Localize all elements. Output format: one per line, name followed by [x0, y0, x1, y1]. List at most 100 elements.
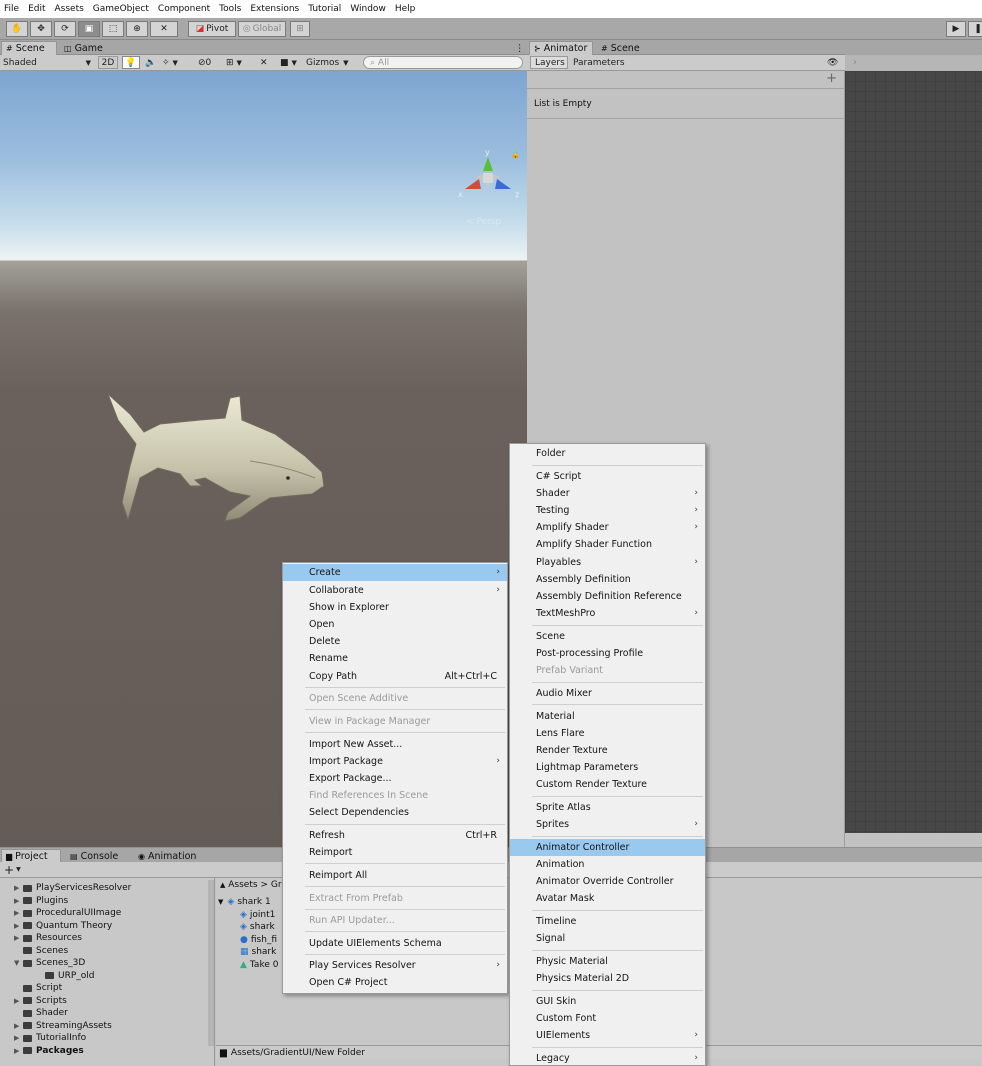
file-item[interactable]: ● fish_fi: [240, 934, 277, 947]
menu-item-gui-skin[interactable]: GUI Skin: [510, 993, 705, 1010]
expand-down-icon[interactable]: ▼: [14, 959, 23, 967]
tab-parameters[interactable]: Parameters: [570, 56, 626, 69]
breadcrumb-assets[interactable]: Assets: [228, 880, 257, 890]
file-item[interactable]: ▼ ◈ shark 1: [218, 896, 271, 909]
tab-scene[interactable]: # Scene: [1, 41, 57, 55]
expand-right-icon[interactable]: ▶: [14, 997, 23, 1005]
scale-tool-icon[interactable]: ▣: [78, 21, 100, 37]
tree-item[interactable]: ▶ Plugins: [14, 895, 68, 908]
expand-right-icon[interactable]: ▶: [14, 897, 23, 905]
snap-icon[interactable]: ⊞: [290, 21, 310, 37]
expand-right-icon[interactable]: ▶: [14, 884, 23, 892]
tab-game[interactable]: ◫ Game: [60, 41, 112, 55]
menu-help[interactable]: Help: [395, 4, 416, 14]
file-item[interactable]: ▦ shark: [240, 946, 276, 959]
tree-item[interactable]: ▶ ProceduralUIImage: [14, 907, 121, 920]
tree-item[interactable]: ▶ Packages: [14, 1045, 84, 1058]
menu-item-avatar-mask[interactable]: Avatar Mask: [510, 890, 705, 907]
rotate-tool-icon[interactable]: ⟳: [54, 21, 76, 37]
menu-item-delete[interactable]: Delete: [283, 633, 507, 650]
menu-item-animator-controller[interactable]: Animator Controller: [510, 838, 705, 856]
tree-item[interactable]: ▶ StreamingAssets: [14, 1020, 112, 1033]
camera-dropdown-icon[interactable]: ■ ▼: [280, 56, 304, 69]
gizmos-dropdown[interactable]: Gizmos ▼: [306, 56, 356, 69]
menu-item-signal[interactable]: Signal: [510, 930, 705, 947]
menu-assets[interactable]: Assets: [55, 4, 84, 14]
menu-window[interactable]: Window: [350, 4, 386, 14]
menu-item-copy-path[interactable]: Copy Path Alt+Ctrl+C: [283, 668, 507, 685]
tree-item[interactable]: Scenes: [14, 945, 68, 958]
tree-item[interactable]: ▶ Resources: [14, 932, 82, 945]
orientation-gizmo[interactable]: y x z 🔒: [455, 148, 525, 209]
menu-item-amplify-shader[interactable]: Amplify Shader ›: [510, 519, 705, 536]
menu-item-uielements[interactable]: UIElements ›: [510, 1027, 705, 1044]
tree-item[interactable]: ▶ Quantum Theory: [14, 920, 112, 933]
menu-item-rename[interactable]: Rename: [283, 650, 507, 667]
transform-tool-icon[interactable]: ⊕: [126, 21, 148, 37]
menu-item-scene[interactable]: Scene: [510, 628, 705, 645]
menu-edit[interactable]: Edit: [28, 4, 45, 14]
2d-toggle-button[interactable]: 2D: [98, 56, 118, 69]
tab-animation[interactable]: ◉ Animation: [134, 849, 204, 863]
menu-item-post-processing-profile[interactable]: Post-processing Profile: [510, 645, 705, 662]
menu-item-lightmap-parameters[interactable]: Lightmap Parameters: [510, 759, 705, 776]
expand-right-icon[interactable]: ▶: [14, 1034, 23, 1042]
menu-item-custom-render-texture[interactable]: Custom Render Texture: [510, 776, 705, 793]
menu-item-physic-material[interactable]: Physic Material: [510, 953, 705, 970]
menu-item-c-script[interactable]: C# Script: [510, 468, 705, 485]
play-button[interactable]: ▶: [946, 21, 966, 37]
menu-item-select-dependencies[interactable]: Select Dependencies: [283, 804, 507, 821]
menu-item-amplify-shader-function[interactable]: Amplify Shader Function: [510, 536, 705, 553]
tab-console[interactable]: ▤ Console: [66, 849, 126, 863]
menu-item-reimport-all[interactable]: Reimport All: [283, 867, 507, 884]
menu-item-open[interactable]: Open: [283, 616, 507, 633]
effects-dropdown-icon[interactable]: ✧ ▼: [162, 56, 188, 69]
file-item[interactable]: ◈ shark: [240, 921, 275, 934]
menu-item-assembly-definition[interactable]: Assembly Definition: [510, 571, 705, 588]
menu-item-physics-material-2d[interactable]: Physics Material 2D: [510, 970, 705, 987]
tree-item[interactable]: Shader: [14, 1007, 68, 1020]
menu-item-shader[interactable]: Shader ›: [510, 485, 705, 502]
tab-layers[interactable]: Layers: [530, 56, 568, 69]
expand-right-icon[interactable]: ▶: [14, 922, 23, 930]
menu-item-create[interactable]: Create ›: [283, 563, 507, 581]
audio-toggle-icon[interactable]: 🔈: [144, 56, 158, 69]
menu-item-folder[interactable]: Folder: [510, 445, 705, 462]
eye-icon[interactable]: 👁: [827, 56, 841, 69]
menu-item-render-texture[interactable]: Render Texture: [510, 742, 705, 759]
menu-item-import-new-asset[interactable]: Import New Asset...: [283, 736, 507, 753]
scene-search-input[interactable]: ⌕ All: [363, 56, 523, 69]
projection-label[interactable]: < Persp: [466, 217, 501, 227]
tools-icon[interactable]: ✕: [260, 56, 274, 69]
tree-item[interactable]: Script: [14, 982, 62, 995]
menu-file[interactable]: File: [4, 4, 19, 14]
menu-item-timeline[interactable]: Timeline: [510, 913, 705, 930]
menu-item-lens-flare[interactable]: Lens Flare: [510, 725, 705, 742]
rect-tool-icon[interactable]: ⬚: [102, 21, 124, 37]
pause-button[interactable]: ❚: [968, 21, 982, 37]
custom-tool-icon[interactable]: ✕: [150, 21, 178, 37]
menu-item-animator-override-controller[interactable]: Animator Override Controller: [510, 873, 705, 890]
menu-item-assembly-definition-reference[interactable]: Assembly Definition Reference: [510, 588, 705, 605]
menu-tools[interactable]: Tools: [219, 4, 241, 14]
expand-right-icon[interactable]: ▶: [14, 909, 23, 917]
tree-item[interactable]: ▶ PlayServicesResolver: [14, 882, 131, 895]
hidden-objects-icon[interactable]: ⊘ 0: [198, 56, 224, 69]
tree-item[interactable]: URP_old: [36, 970, 95, 983]
menu-item-animation[interactable]: Animation: [510, 856, 705, 873]
expand-right-icon[interactable]: ▶: [14, 1047, 23, 1055]
add-layer-icon[interactable]: +: [826, 71, 837, 86]
menu-tutorial[interactable]: Tutorial: [308, 4, 341, 14]
add-asset-button[interactable]: + ▼: [4, 863, 28, 877]
menu-item-playables[interactable]: Playables ›: [510, 554, 705, 571]
file-item[interactable]: ▲ Take 0: [240, 959, 278, 972]
expand-down-icon[interactable]: ▼: [218, 898, 223, 906]
menu-item-legacy[interactable]: Legacy ›: [510, 1050, 705, 1066]
hand-tool-icon[interactable]: ✋: [6, 21, 28, 37]
menu-item-sprite-atlas[interactable]: Sprite Atlas: [510, 799, 705, 816]
menu-gameobject[interactable]: GameObject: [93, 4, 149, 14]
tree-scrollbar[interactable]: [208, 880, 214, 1046]
grid-toggle-icon[interactable]: ⊞ ▼: [226, 56, 254, 69]
menu-item-show-in-explorer[interactable]: Show in Explorer: [283, 599, 507, 616]
menu-item-textmeshpro[interactable]: TextMeshPro ›: [510, 605, 705, 622]
